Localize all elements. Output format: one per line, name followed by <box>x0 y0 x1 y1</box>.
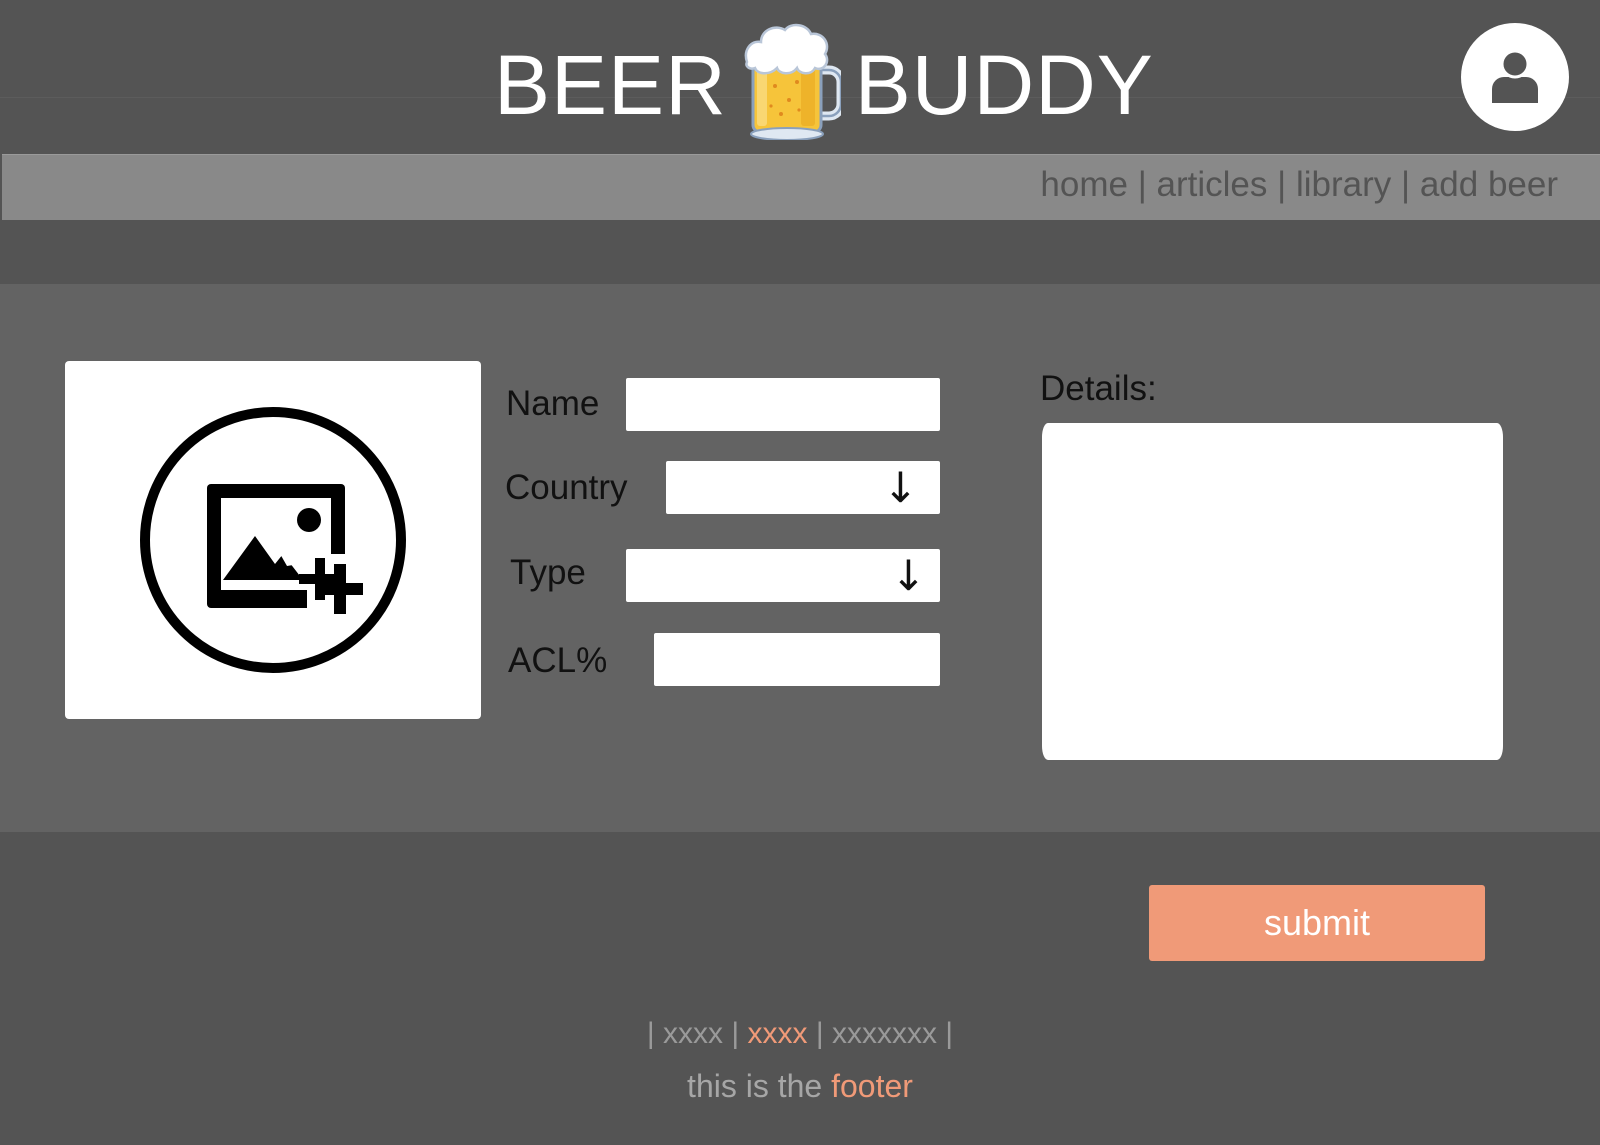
acl-input[interactable] <box>654 633 940 686</box>
chevron-down-icon: ↓ <box>890 551 926 600</box>
nav-link-add-beer[interactable]: add beer <box>1420 165 1558 204</box>
details-label: Details: <box>1040 369 1157 408</box>
footer-link[interactable]: xxxxxxx <box>832 1017 937 1050</box>
footer-text: this is the footer <box>0 1068 1600 1105</box>
footer-link-active[interactable]: xxxx <box>748 1017 808 1050</box>
acl-label: ACL% <box>508 641 608 680</box>
footer-separator: | <box>723 1017 748 1050</box>
country-select[interactable]: ↓ <box>666 461 940 514</box>
header: BEER BUDDY <box>0 0 1600 152</box>
name-input[interactable] <box>626 378 940 431</box>
type-select[interactable]: ↓ <box>626 549 940 602</box>
image-upload-box[interactable] <box>65 361 481 719</box>
footer-text-prefix: this is the <box>687 1068 823 1104</box>
nav-separator: | <box>1401 165 1420 204</box>
nav-link-library[interactable]: library <box>1296 165 1391 204</box>
footer-text-highlight: footer <box>831 1068 913 1104</box>
nav-bar: home | articles | library | add beer <box>2 154 1600 220</box>
footer-links: | xxxx | xxxx | xxxxxxx | <box>0 1017 1600 1051</box>
add-image-icon <box>140 407 406 673</box>
nav-separator: | <box>1137 165 1157 204</box>
profile-button[interactable] <box>1461 23 1569 131</box>
footer-separator: | <box>936 1017 954 1050</box>
footer-link[interactable]: xxxx <box>663 1017 723 1050</box>
main-nav: home | articles | library | add beer <box>1040 165 1558 205</box>
nav-separator: | <box>1277 165 1296 204</box>
details-textarea[interactable] <box>1042 423 1503 760</box>
country-label: Country <box>505 468 628 507</box>
brand-word-right: BUDDY <box>854 38 1154 132</box>
user-icon <box>1492 49 1538 103</box>
spacer-band <box>0 220 1600 284</box>
name-label: Name <box>506 384 600 423</box>
beer-mug-icon <box>744 23 841 140</box>
nav-link-articles[interactable]: articles <box>1157 165 1268 204</box>
nav-link-home[interactable]: home <box>1040 165 1128 204</box>
brand-logo[interactable]: BEER BUDDY <box>494 23 1154 140</box>
type-label: Type <box>510 553 586 592</box>
submit-button[interactable]: submit <box>1149 885 1485 961</box>
chevron-down-icon: ↓ <box>882 463 918 512</box>
footer-separator: | <box>807 1017 832 1050</box>
footer-separator: | <box>646 1017 664 1050</box>
brand-word-left: BEER <box>494 38 727 132</box>
